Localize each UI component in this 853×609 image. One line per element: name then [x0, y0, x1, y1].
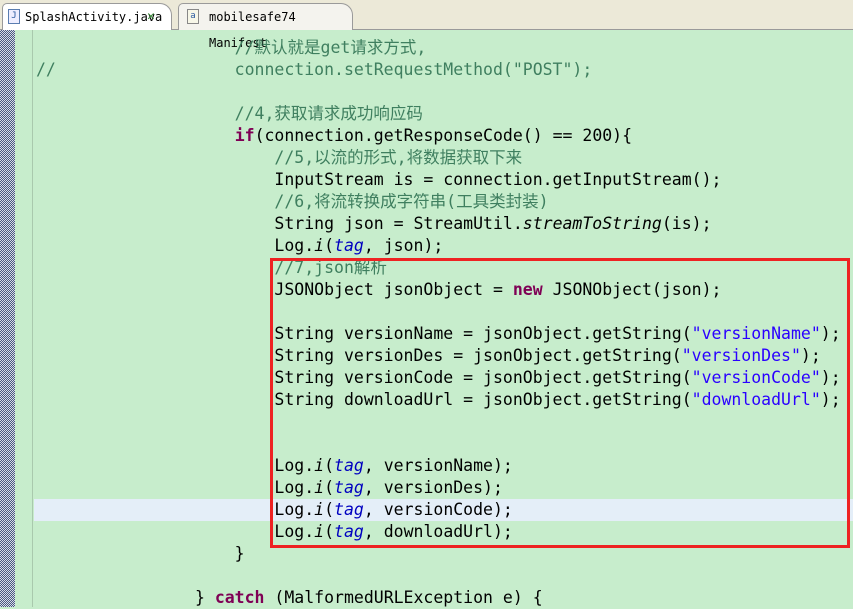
close-tab-icon[interactable]: ✕: [147, 4, 155, 30]
code-field: tag: [334, 500, 364, 519]
code-text: );: [800, 346, 821, 365]
code-keyword: if: [234, 126, 255, 145]
code-line[interactable]: String versionCode = jsonObject.getStrin…: [34, 367, 853, 389]
code-line[interactable]: [34, 301, 853, 323]
code-string: "versionDes": [681, 346, 801, 365]
code-string: "downloadUrl": [691, 390, 821, 409]
manifest-file-icon: a: [187, 9, 199, 24]
code-line[interactable]: [34, 81, 853, 103]
code-line[interactable]: String downloadUrl = jsonObject.getStrin…: [34, 389, 853, 411]
code-text: }: [36, 588, 215, 607]
code-text: String versionName = jsonObject.getStrin…: [36, 324, 692, 343]
code-text: (: [324, 236, 335, 255]
code-text: JSONObject(json);: [542, 280, 722, 299]
code-field: tag: [334, 478, 364, 497]
code-text: String json = StreamUtil.: [36, 214, 523, 233]
code-comment: // connection.setRequestMethod("POST");: [36, 60, 593, 79]
code-line[interactable]: Log.i(tag, versionDes);: [34, 477, 853, 499]
code-text: , versionDes);: [363, 478, 503, 497]
code-text: Log.: [36, 500, 315, 519]
code-text: (is);: [661, 214, 712, 233]
code-text: Log.: [36, 456, 315, 475]
code-text: , json);: [363, 236, 444, 255]
tab-label: SplashActivity.java: [25, 10, 163, 24]
code-method: i: [314, 500, 325, 519]
code-line[interactable]: Log.i(tag, versionCode);: [34, 499, 853, 521]
code-line[interactable]: [34, 411, 853, 433]
code-text: (: [324, 456, 335, 475]
code-method: i: [314, 522, 325, 541]
code-text: String versionDes = jsonObject.getString…: [36, 346, 682, 365]
code-field: tag: [334, 456, 364, 475]
code-text: Log.: [36, 522, 315, 541]
code-comment: //6,将流转换成字符串(工具类封装): [36, 192, 549, 211]
code-comment: //7,json解析: [36, 258, 387, 277]
editor-tab-bar: J SplashActivity.java ✕ a mobilesafe74 M…: [0, 0, 853, 50]
code-text: );: [820, 368, 841, 387]
code-line[interactable]: JSONObject jsonObject = new JSONObject(j…: [34, 279, 853, 301]
code-line[interactable]: [34, 565, 853, 587]
code-keyword: new: [512, 280, 543, 299]
code-text: (: [324, 478, 335, 497]
code-line[interactable]: [34, 433, 853, 455]
code-text: String downloadUrl = jsonObject.getStrin…: [36, 390, 692, 409]
code-text: (connection.getResponseCode() == 200){: [254, 126, 633, 145]
code-text: , downloadUrl);: [363, 522, 513, 541]
code-method: i: [314, 456, 325, 475]
tab-manifest[interactable]: a mobilesafe74 Manifest: [178, 3, 353, 50]
code-method: i: [314, 236, 325, 255]
code-line[interactable]: String json = StreamUtil.streamToString(…: [34, 213, 853, 235]
code-line[interactable]: //7,json解析: [34, 257, 853, 279]
code-line[interactable]: //5,以流的形式,将数据获取下来: [34, 147, 853, 169]
code-text: String versionCode = jsonObject.getStrin…: [36, 368, 692, 387]
line-gutter: [15, 30, 33, 607]
code-line[interactable]: //默认就是get请求方式,: [34, 37, 853, 59]
code-line[interactable]: if(connection.getResponseCode() == 200){: [34, 125, 853, 147]
code-line[interactable]: String versionName = jsonObject.getStrin…: [34, 323, 853, 345]
overview-ruler: [0, 30, 15, 607]
code-text: );: [820, 390, 841, 409]
code-text: }: [36, 544, 245, 563]
code-comment: //5,以流的形式,将数据获取下来: [36, 148, 523, 167]
code-comment: //4,获取请求成功响应码: [36, 104, 423, 123]
code-editor[interactable]: //默认就是get请求方式, // connection.setRequestMe…: [34, 37, 853, 607]
code-keyword: catch: [214, 588, 265, 607]
code-line[interactable]: } catch (MalformedURLException e) {: [34, 587, 853, 609]
code-line[interactable]: //4,获取请求成功响应码: [34, 103, 853, 125]
code-string: "versionCode": [691, 368, 821, 387]
code-line[interactable]: // connection.setRequestMethod("POST");: [34, 59, 853, 81]
code-line[interactable]: //6,将流转换成字符串(工具类封装): [34, 191, 853, 213]
code-text: JSONObject jsonObject =: [36, 280, 513, 299]
code-string: "versionName": [691, 324, 821, 343]
code-text: (: [324, 522, 335, 541]
code-text: , versionCode);: [363, 500, 513, 519]
code-text: Log.: [36, 236, 315, 255]
code-line[interactable]: }: [34, 543, 853, 565]
code-method: i: [314, 478, 325, 497]
code-text: , versionName);: [363, 456, 513, 475]
code-field: tag: [334, 236, 364, 255]
tab-splash-activity[interactable]: J SplashActivity.java ✕: [2, 3, 172, 30]
code-line[interactable]: Log.i(tag, versionName);: [34, 455, 853, 477]
code-line[interactable]: Log.i(tag, downloadUrl);: [34, 521, 853, 543]
code-line[interactable]: Log.i(tag, json);: [34, 235, 853, 257]
code-text: InputStream is = connection.getInputStre…: [36, 170, 722, 189]
code-line[interactable]: InputStream is = connection.getInputStre…: [34, 169, 853, 191]
code-text: (MalformedURLException e) {: [264, 588, 543, 607]
code-text: (: [324, 500, 335, 519]
code-comment: //默认就是get请求方式,: [36, 38, 427, 57]
code-line[interactable]: String versionDes = jsonObject.getString…: [34, 345, 853, 367]
code-field: tag: [334, 522, 364, 541]
java-file-icon: J: [8, 9, 20, 24]
code-text: );: [820, 324, 841, 343]
code-text: Log.: [36, 478, 315, 497]
code-method: streamToString: [522, 214, 662, 233]
